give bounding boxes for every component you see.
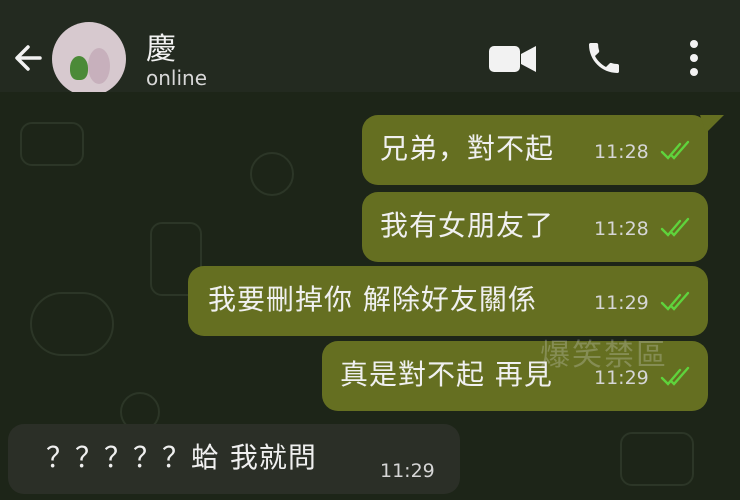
watermark: 爆笑禁區	[540, 338, 668, 373]
wallpaper-doodle	[20, 122, 84, 166]
message-time: 11:28	[594, 141, 649, 163]
message-time: 11:29	[594, 292, 649, 314]
outgoing-message[interactable]: 兄弟，對不起 11:28	[362, 115, 708, 185]
double-check-icon	[660, 291, 690, 311]
message-text: 我有女朋友了	[380, 209, 555, 242]
contact-status: online	[146, 66, 208, 90]
message-time: 11:29	[380, 460, 435, 482]
contact-name[interactable]: 慶	[146, 24, 176, 68]
double-check-icon	[660, 140, 690, 160]
bubble-tail	[700, 115, 724, 133]
phone-icon[interactable]	[584, 38, 624, 78]
outgoing-message[interactable]: 我有女朋友了 11:28	[362, 192, 708, 262]
chat-screen: 慶 online 兄弟，對不起 11:28 我有女朋友了 11:28 我要刪掉你…	[0, 0, 740, 500]
message-text: 我要刪掉你 解除好友關係	[208, 283, 537, 316]
arrow-left-icon[interactable]	[10, 40, 46, 76]
message-text: 真是對不起 再見	[340, 358, 553, 391]
more-vertical-icon[interactable]	[686, 38, 702, 78]
wallpaper-doodle	[30, 292, 114, 356]
message-time: 11:28	[594, 218, 649, 240]
wallpaper-doodle	[250, 152, 294, 196]
message-text: 兄弟，對不起	[380, 132, 555, 165]
outgoing-message[interactable]: 我要刪掉你 解除好友關係 11:29	[188, 266, 708, 336]
avatar[interactable]	[52, 22, 126, 96]
double-check-icon	[660, 217, 690, 237]
chat-header: 慶 online	[0, 0, 740, 96]
incoming-message[interactable]: ？？？？？蛤 我就問 11:29	[8, 424, 460, 494]
wallpaper-doodle	[620, 432, 694, 486]
avatar-figure	[88, 48, 110, 84]
message-text: ？？？？？蛤 我就問	[46, 441, 317, 474]
avatar-figure-accent	[70, 56, 88, 80]
video-camera-icon[interactable]	[488, 44, 538, 74]
